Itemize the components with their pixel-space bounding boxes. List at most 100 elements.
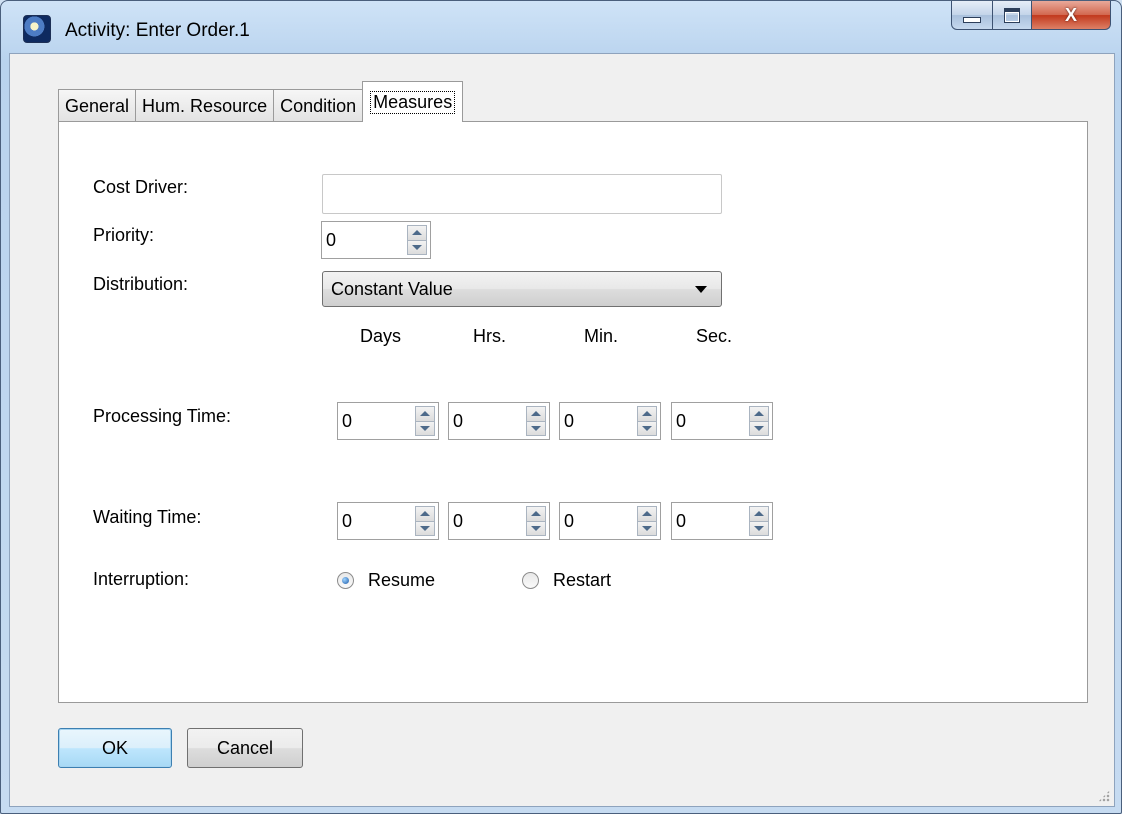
spin-up-button[interactable] <box>749 406 769 422</box>
spin-up-button[interactable] <box>526 506 546 522</box>
arrow-up-icon <box>412 230 422 236</box>
interruption-label: Interruption: <box>93 569 190 589</box>
tab-label: General <box>65 95 130 116</box>
arrow-down-icon <box>642 525 652 531</box>
minutes-header: Min. <box>584 326 619 346</box>
app-icon <box>23 15 51 43</box>
arrow-down-icon <box>531 525 541 531</box>
tab-hum-resource[interactable]: Hum. Resource <box>135 89 275 122</box>
hours-header: Hrs. <box>473 326 506 346</box>
measures-panel: Cost Driver: Priority: 0 Distribution: C… <box>58 121 1088 703</box>
spin-buttons <box>749 506 769 536</box>
caption-buttons: X <box>951 1 1111 31</box>
spin-buttons <box>526 406 546 436</box>
arrow-up-icon <box>754 411 764 417</box>
processing-time-label: Processing Time: <box>93 406 232 426</box>
arrow-up-icon <box>531 511 541 517</box>
spin-buttons <box>415 506 435 536</box>
minimize-button[interactable] <box>951 1 993 30</box>
title-bar[interactable]: Activity: Enter Order.1 X <box>1 1 1121 53</box>
spin-down-button[interactable] <box>415 521 435 536</box>
arrow-up-icon <box>754 511 764 517</box>
spin-down-button[interactable] <box>526 421 546 436</box>
close-icon: X <box>1064 4 1077 25</box>
processing-hours-spinner[interactable]: 0 <box>448 402 550 440</box>
processing-days-spinner[interactable]: 0 <box>337 402 439 440</box>
priority-value: 0 <box>326 229 337 250</box>
maximize-button[interactable] <box>993 1 1032 30</box>
window-title: Activity: Enter Order.1 <box>65 20 250 41</box>
spin-up-button[interactable] <box>749 506 769 522</box>
distribution-select[interactable]: Constant Value <box>322 271 722 307</box>
minimize-icon <box>963 17 981 23</box>
resize-grip-icon[interactable] <box>1098 790 1110 802</box>
dialog-client-area: General Hum. Resource Condition Measures… <box>9 53 1115 807</box>
restart-label: Restart <box>553 570 612 590</box>
spin-up-button[interactable] <box>415 506 435 522</box>
tab-general[interactable]: General <box>58 89 137 122</box>
arrow-down-icon <box>754 525 764 531</box>
tab-label: Condition <box>280 95 357 116</box>
cost-driver-input[interactable] <box>322 174 722 214</box>
spin-buttons <box>637 506 657 536</box>
spin-buttons <box>749 406 769 436</box>
seconds-header: Sec. <box>696 326 733 346</box>
spin-down-button[interactable] <box>749 421 769 436</box>
restart-radio[interactable]: Restart <box>522 570 611 591</box>
waiting-minutes-spinner[interactable]: 0 <box>559 502 661 540</box>
spin-down-button[interactable] <box>637 421 657 436</box>
priority-spinner[interactable]: 0 <box>321 221 431 259</box>
processing-hours-value: 0 <box>453 410 464 431</box>
spin-down-button[interactable] <box>526 521 546 536</box>
processing-minutes-value: 0 <box>564 410 575 431</box>
arrow-up-icon <box>420 411 430 417</box>
tab-condition[interactable]: Condition <box>273 89 364 122</box>
tab-label: Hum. Resource <box>142 95 268 116</box>
processing-days-value: 0 <box>342 410 353 431</box>
spin-up-button[interactable] <box>526 406 546 422</box>
maximize-icon <box>1004 7 1020 23</box>
arrow-down-icon <box>420 425 430 431</box>
radio-unselected-icon <box>522 572 539 589</box>
days-header: Days <box>360 326 402 346</box>
resume-label: Resume <box>368 570 436 590</box>
spin-down-button[interactable] <box>415 421 435 436</box>
spin-buttons <box>637 406 657 436</box>
spin-buttons <box>415 406 435 436</box>
distribution-label: Distribution: <box>93 274 189 294</box>
tab-label: Measures <box>370 90 456 114</box>
cancel-button[interactable]: Cancel <box>187 728 303 768</box>
spin-up-button[interactable] <box>415 406 435 422</box>
spin-up-button[interactable] <box>407 225 427 241</box>
spin-up-button[interactable] <box>637 506 657 522</box>
waiting-seconds-spinner[interactable]: 0 <box>671 502 773 540</box>
tab-strip: General Hum. Resource Condition Measures <box>58 80 464 122</box>
arrow-down-icon <box>531 425 541 431</box>
processing-seconds-spinner[interactable]: 0 <box>671 402 773 440</box>
waiting-days-value: 0 <box>342 510 353 531</box>
radio-selected-icon <box>337 572 354 589</box>
waiting-hours-spinner[interactable]: 0 <box>448 502 550 540</box>
cost-driver-label: Cost Driver: <box>93 177 189 197</box>
arrow-down-icon <box>754 425 764 431</box>
close-button[interactable]: X <box>1032 1 1111 30</box>
waiting-time-label: Waiting Time: <box>93 507 202 527</box>
ok-button[interactable]: OK <box>58 728 172 768</box>
arrow-up-icon <box>642 411 652 417</box>
processing-seconds-value: 0 <box>676 410 687 431</box>
arrow-up-icon <box>642 511 652 517</box>
resume-radio[interactable]: Resume <box>337 570 435 591</box>
spin-buttons <box>407 225 427 255</box>
spin-up-button[interactable] <box>637 406 657 422</box>
waiting-seconds-value: 0 <box>676 510 687 531</box>
waiting-days-spinner[interactable]: 0 <box>337 502 439 540</box>
spin-down-button[interactable] <box>407 240 427 255</box>
arrow-down-icon <box>412 244 422 250</box>
arrow-up-icon <box>420 511 430 517</box>
distribution-value: Constant Value <box>331 278 453 299</box>
spin-down-button[interactable] <box>749 521 769 536</box>
tab-measures[interactable]: Measures <box>362 81 464 122</box>
spin-down-button[interactable] <box>637 521 657 536</box>
dialog-window: Activity: Enter Order.1 X General Hum. R… <box>0 0 1122 814</box>
processing-minutes-spinner[interactable]: 0 <box>559 402 661 440</box>
